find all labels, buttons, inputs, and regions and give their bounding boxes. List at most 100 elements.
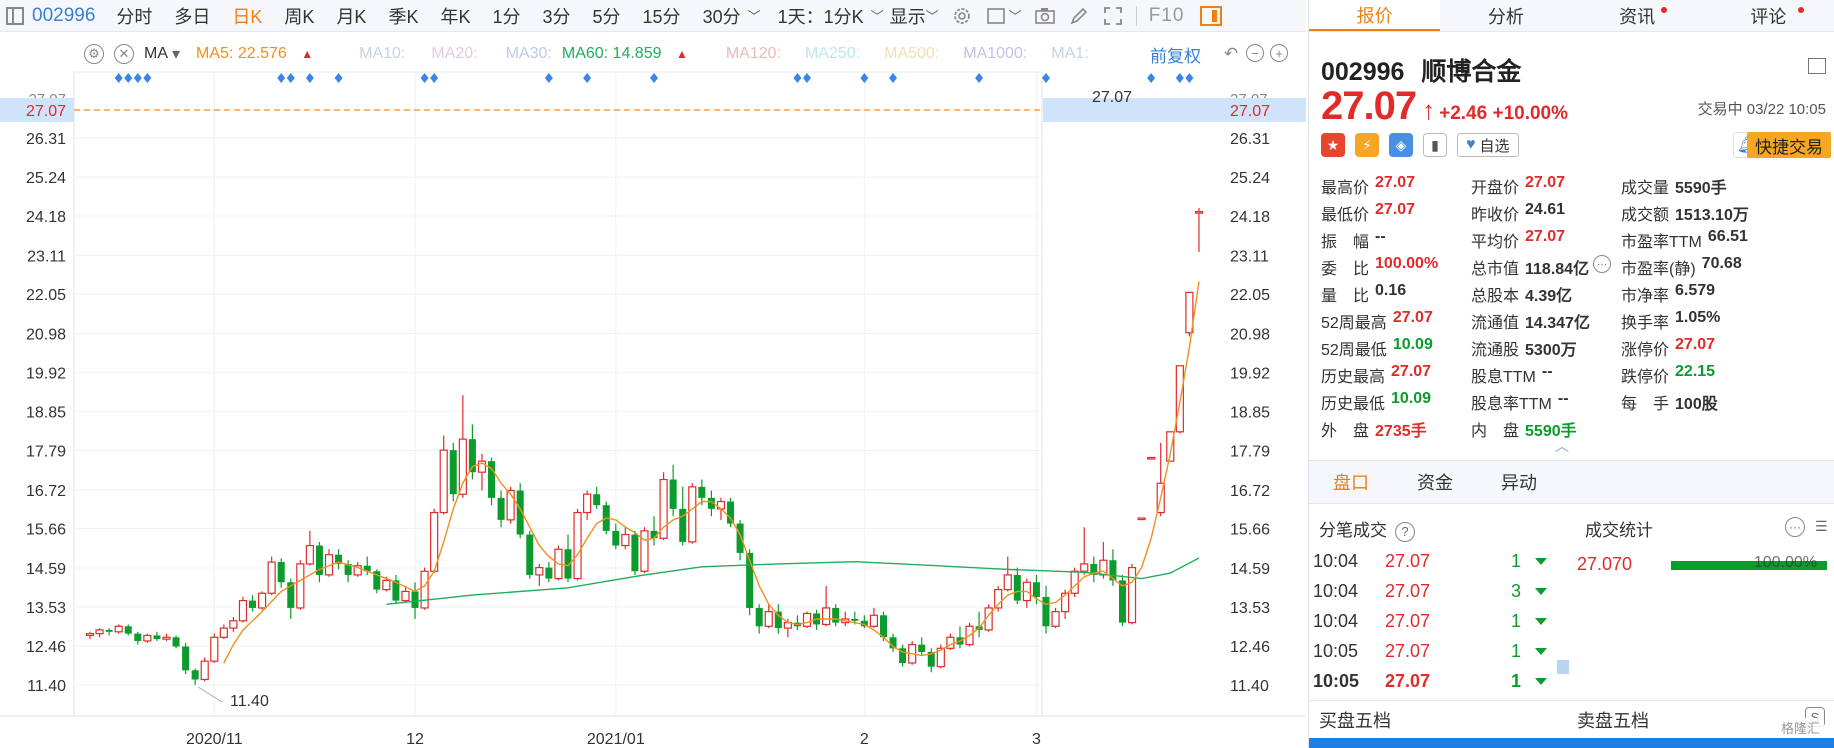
chevron-down-icon[interactable]: ﹀	[871, 6, 884, 25]
tick-time: 10:04	[1313, 550, 1359, 571]
tab-3min[interactable]: 3分	[532, 3, 582, 29]
chevron-down-icon[interactable]: ﹀	[1009, 6, 1022, 25]
y-tick-label-right: 12.46	[1230, 639, 1270, 656]
y-tick-label-left: 13.53	[26, 600, 66, 617]
candle-body-down	[631, 534, 639, 572]
quote-key: 52周最低	[1321, 342, 1387, 359]
candle-body-up	[305, 544, 314, 565]
candle-body-up	[296, 563, 305, 609]
undo-icon[interactable]: ↶	[1222, 44, 1240, 62]
quote-value: 10.09	[1392, 336, 1433, 353]
tab-5min[interactable]: 5分	[582, 3, 632, 29]
ma250-label: MA250:	[804, 45, 861, 62]
gear-icon[interactable]: ⚙	[84, 44, 104, 64]
candle-body-up	[229, 620, 238, 629]
candle-body-down	[698, 486, 706, 498]
quote-value: 0.16	[1375, 282, 1407, 299]
zoom-in-icon[interactable]: +	[1270, 44, 1288, 62]
candle-body-down	[191, 670, 199, 680]
stock-title: 002996 顺博合金	[1321, 52, 1826, 88]
tab-jik[interactable]: 季K	[377, 3, 429, 29]
settings-icon[interactable]	[951, 6, 973, 26]
tab-30min[interactable]: 30分	[692, 3, 752, 29]
tab-news[interactable]: 资讯	[1572, 0, 1703, 31]
ma60-label: MA60: 14.859	[561, 45, 662, 62]
chevron-down-icon[interactable]: ▾	[172, 44, 180, 64]
tick-price: 27.07	[1385, 670, 1431, 691]
ma1000-label: MA1000:	[963, 45, 1028, 62]
ma500-label: MA500:	[884, 45, 940, 62]
order-book-bar	[1309, 738, 1834, 748]
lightning-icon[interactable]: ⚡	[1355, 133, 1379, 157]
subtab-zijin[interactable]: 资金	[1393, 461, 1477, 503]
add-watchlist-button[interactable]: ♥ 自选	[1457, 133, 1519, 157]
mode-select[interactable]: 1天：1分K	[767, 3, 875, 29]
quote-row: 股息率TTM --	[1471, 390, 1611, 417]
quote-row: 昨收价 24.61	[1471, 201, 1611, 228]
quote-key: 最低价	[1321, 207, 1370, 224]
fast-trade-button[interactable]: 快捷交易	[1747, 132, 1831, 158]
volume-mini-bar	[1557, 660, 1569, 674]
tag-icon[interactable]: ◈	[1389, 133, 1413, 157]
tab-1min[interactable]: 1分	[481, 3, 531, 29]
more-icon[interactable]: ···	[1785, 517, 1805, 537]
y-tick-label-left: 14.59	[26, 561, 66, 578]
ma20-label: MA20:	[431, 45, 478, 62]
y-tick-label-right: 14.59	[1230, 561, 1270, 578]
subtab-pankou[interactable]: 盘口	[1309, 461, 1393, 503]
quote-row: 成交量 5590手	[1621, 174, 1749, 201]
stock-code-link[interactable]: 002996	[32, 5, 95, 27]
stat-row: 27.070 100.00%	[1577, 554, 1827, 578]
tab-15min[interactable]: 15分	[632, 3, 692, 29]
f10-button[interactable]: F10	[1149, 5, 1185, 27]
layout-grid-icon[interactable]	[1808, 58, 1826, 74]
kline-chart[interactable]: 27.07 27.07 26.31 26.31 25.24 25.24 24.18 24.18…	[0, 0, 1306, 748]
quote-row: 量 比 0.16	[1321, 282, 1438, 309]
tab-fenshi[interactable]: 分时	[105, 3, 163, 29]
more-icon[interactable]: ···	[1593, 255, 1612, 273]
right-panel-toggle-icon[interactable]	[1200, 5, 1223, 26]
y-tick-label-right: 11.40	[1230, 678, 1269, 695]
quote-row: 总股本 4.39亿	[1471, 282, 1611, 309]
tab-rik[interactable]: 日K	[221, 3, 273, 29]
draw-pen-icon[interactable]	[1068, 6, 1090, 26]
collapse-icon[interactable]: ︿	[1555, 436, 1569, 456]
list-icon[interactable]: ☰	[1815, 518, 1833, 536]
x-tick-label: 2020/11	[186, 731, 243, 748]
y-tick-label-right: 20.98	[1230, 326, 1270, 343]
camera-icon[interactable]	[1034, 6, 1056, 26]
chevron-down-icon[interactable]: ﹀	[748, 6, 761, 25]
heart-icon: ♥	[1466, 136, 1476, 153]
tab-niank[interactable]: 年K	[429, 3, 481, 29]
trade-status: 交易中 03/22 10:05	[1697, 101, 1826, 118]
tab-quote[interactable]: 报价	[1309, 0, 1441, 31]
tab-analysis[interactable]: 分析	[1440, 0, 1571, 31]
layout-icon[interactable]	[985, 6, 1007, 26]
quote-panel: 报价 分析 资讯 评论 002996 顺博合金 27.07 ↑ +2.46 +1…	[1308, 0, 1834, 748]
subtab-yidong[interactable]: 异动	[1477, 461, 1561, 503]
help-icon[interactable]: ?	[1395, 521, 1415, 542]
tab-label: 评论	[1750, 6, 1787, 27]
sidebar-toggle-icon[interactable]	[6, 6, 24, 25]
stat-price: 27.070	[1577, 554, 1633, 574]
china-flag-icon[interactable]: ★	[1321, 133, 1345, 157]
tab-zhouk[interactable]: 周K	[273, 3, 325, 29]
bookmark-icon[interactable]: ▮	[1423, 133, 1447, 157]
adjust-mode-button[interactable]: 前复权	[1150, 42, 1201, 67]
quote-value: 118.84亿	[1525, 261, 1590, 278]
tab-yuek[interactable]: 月K	[325, 3, 377, 29]
close-icon[interactable]: ✕	[114, 44, 134, 64]
tab-comments[interactable]: 评论	[1703, 0, 1834, 31]
display-select[interactable]: 显示	[890, 3, 930, 29]
candle-body-up	[535, 566, 544, 576]
fullscreen-icon[interactable]	[1102, 6, 1124, 26]
candle-body-up	[257, 592, 267, 609]
zoom-out-icon[interactable]: −	[1246, 44, 1264, 62]
tab-label: 分析	[1487, 6, 1524, 27]
quote-key: 历史最低	[1321, 396, 1386, 413]
ma-type-select[interactable]: MA	[144, 45, 168, 63]
quote-row: 历史最高 27.07	[1321, 363, 1438, 390]
tab-duori[interactable]: 多日	[163, 3, 221, 29]
candle-body-up	[458, 438, 467, 495]
chevron-down-icon[interactable]: ﹀	[926, 6, 939, 25]
